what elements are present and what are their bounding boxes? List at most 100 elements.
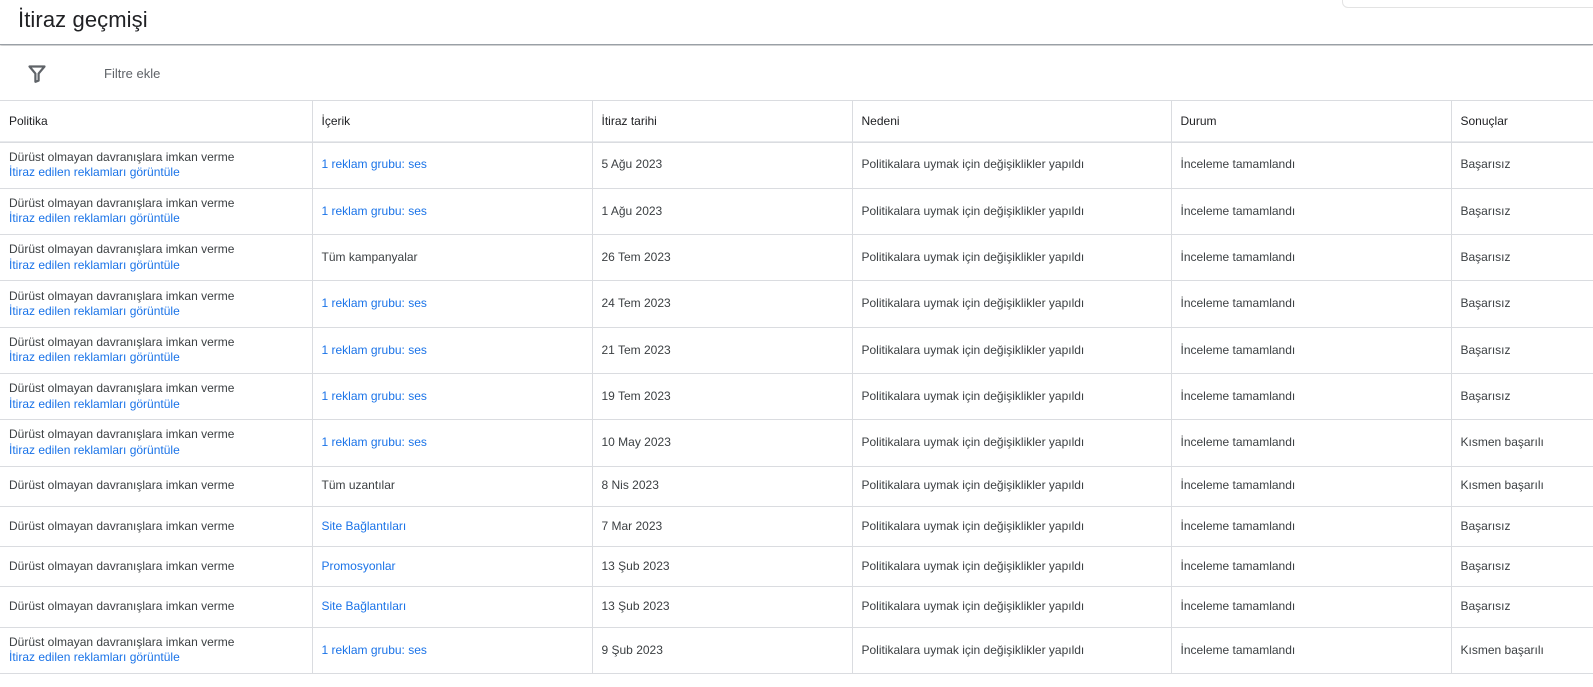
view-appealed-ads-link[interactable]: İtiraz edilen reklamları görüntüle [9,165,302,181]
policy-cell: Dürüst olmayan davranışlara imkan verme İ… [0,327,313,374]
content-link[interactable]: 1 reklam grubu: ses [322,435,427,449]
reason-cell: Politikalara uymak için değişiklikler ya… [852,627,1172,675]
status-cell: İnceleme tamamlandı [1171,506,1452,548]
table-row: Dürüst olmayan davranışlara imkan verme S… [0,506,1593,548]
reason-cell: Politikalara uymak için değişiklikler ya… [852,506,1172,548]
appeal-date-cell: 9 Şub 2023 [592,627,853,675]
content-cell: 1 reklam grubu: ses [312,373,593,421]
content-link[interactable]: Promosyonlar [322,559,396,573]
content-cell: 1 reklam grubu: ses [312,188,593,236]
result-cell: Başarısız [1451,373,1593,421]
search-box[interactable] [1342,0,1593,8]
content-cell: Site Bağlantıları [312,506,593,548]
content-cell: 1 reklam grubu: ses [312,327,593,374]
policy-text: Dürüst olmayan davranışlara imkan verme [9,195,235,210]
table-row: Dürüst olmayan davranışlara imkan verme İ… [0,327,1593,374]
status-cell: İnceleme tamamlandı [1171,419,1452,467]
result-cell: Başarısız [1451,327,1593,374]
content-link[interactable]: Site Bağlantıları [322,599,407,613]
appeal-date-cell: 1 Ağu 2023 [592,188,853,236]
page-header: İtiraz geçmişi [0,0,1593,45]
table-row: Dürüst olmayan davranışlara imkan verme İ… [0,280,1593,328]
policy-cell: Dürüst olmayan davranışlara imkan verme [0,466,313,507]
view-appealed-ads-link[interactable]: İtiraz edilen reklamları görüntüle [9,397,302,413]
content-link[interactable]: 1 reklam grubu: ses [322,296,427,310]
table-row: Dürüst olmayan davranışlara imkan verme P… [0,546,1593,588]
status-cell: İnceleme tamamlandı [1171,373,1452,421]
result-cell: Kısmen başarılı [1451,419,1593,467]
add-filter-button[interactable]: Filtre ekle [104,66,160,81]
appeal-date-cell: 26 Tem 2023 [592,234,853,282]
policy-text: Dürüst olmayan davranışlara imkan verme [9,334,235,349]
result-cell: Başarısız [1451,506,1593,548]
table-row: Dürüst olmayan davranışlara imkan verme İ… [0,373,1593,421]
view-appealed-ads-link[interactable]: İtiraz edilen reklamları görüntüle [9,443,302,459]
result-cell: Başarısız [1451,188,1593,236]
appeal-date-cell: 10 May 2023 [592,419,853,467]
policy-text: Dürüst olmayan davranışlara imkan verme [9,559,235,574]
appeal-date-cell: 21 Tem 2023 [592,327,853,374]
policy-text: Dürüst olmayan davranışlara imkan verme [9,427,235,442]
policy-cell: Dürüst olmayan davranışlara imkan verme İ… [0,627,313,675]
reason-cell: Politikalara uymak için değişiklikler ya… [852,546,1172,588]
view-appealed-ads-link[interactable]: İtiraz edilen reklamları görüntüle [9,304,302,320]
content-cell: Tüm kampanyalar [312,234,593,282]
policy-cell: Dürüst olmayan davranışlara imkan verme İ… [0,280,313,328]
reason-cell: Politikalara uymak için değişiklikler ya… [852,327,1172,374]
view-appealed-ads-link[interactable]: İtiraz edilen reklamları görüntüle [9,258,302,274]
status-cell: İnceleme tamamlandı [1171,327,1452,374]
content-link[interactable]: Site Bağlantıları [322,519,407,533]
reason-cell: Politikalara uymak için değişiklikler ya… [852,142,1172,189]
result-cell: Başarısız [1451,546,1593,588]
result-cell: Başarısız [1451,142,1593,189]
status-cell: İnceleme tamamlandı [1171,546,1452,588]
result-cell: Kısmen başarılı [1451,466,1593,507]
appeal-date-cell: 5 Ağu 2023 [592,142,853,189]
appeal-date-cell: 24 Tem 2023 [592,280,853,328]
reason-cell: Politikalara uymak için değişiklikler ya… [852,419,1172,467]
policy-text: Dürüst olmayan davranışlara imkan verme [9,149,235,164]
filter-icon[interactable] [25,62,49,86]
policy-text: Dürüst olmayan davranışlara imkan verme [9,518,235,533]
content-link[interactable]: 1 reklam grubu: ses [322,157,427,171]
column-header-content[interactable]: İçerik [312,101,593,143]
view-appealed-ads-link[interactable]: İtiraz edilen reklamları görüntüle [9,350,302,366]
table-row: Dürüst olmayan davranışlara imkan verme İ… [0,627,1593,675]
content-link[interactable]: 1 reklam grubu: ses [322,343,427,357]
result-cell: Kısmen başarılı [1451,627,1593,675]
policy-cell: Dürüst olmayan davranışlara imkan verme [0,546,313,588]
reason-cell: Politikalara uymak için değişiklikler ya… [852,586,1172,628]
page-title: İtiraz geçmişi [18,7,148,32]
view-appealed-ads-link[interactable]: İtiraz edilen reklamları görüntüle [9,650,302,666]
table-row: Dürüst olmayan davranışlara imkan verme T… [0,466,1593,507]
content-cell: Tüm uzantılar [312,466,593,507]
column-header-results[interactable]: Sonuçlar [1451,101,1593,143]
status-cell: İnceleme tamamlandı [1171,627,1452,675]
content-link[interactable]: 1 reklam grubu: ses [322,204,427,218]
result-cell: Başarısız [1451,280,1593,328]
view-appealed-ads-link[interactable]: İtiraz edilen reklamları görüntüle [9,211,302,227]
column-header-reason[interactable]: Nedeni [852,101,1172,143]
column-header-policy[interactable]: Politika [0,101,313,143]
table-row: Dürüst olmayan davranışlara imkan verme İ… [0,188,1593,236]
reason-cell: Politikalara uymak için değişiklikler ya… [852,188,1172,236]
content-cell: 1 reklam grubu: ses [312,280,593,328]
table-row: Dürüst olmayan davranışlara imkan verme İ… [0,234,1593,282]
policy-text: Dürüst olmayan davranışlara imkan verme [9,599,235,614]
appeal-date-cell: 13 Şub 2023 [592,586,853,628]
content-text: Tüm uzantılar [321,478,395,493]
appeal-date-cell: 7 Mar 2023 [592,506,853,548]
content-text: Tüm kampanyalar [321,249,418,264]
content-link[interactable]: 1 reklam grubu: ses [322,643,427,657]
appeal-history-table: Politika İçerik İtiraz tarihi Nedeni Dur… [0,101,1593,675]
reason-cell: Politikalara uymak için değişiklikler ya… [852,234,1172,282]
status-cell: İnceleme tamamlandı [1171,280,1452,328]
policy-text: Dürüst olmayan davranışlara imkan verme [9,634,235,649]
policy-cell: Dürüst olmayan davranışlara imkan verme İ… [0,419,313,467]
appeal-date-cell: 13 Şub 2023 [592,546,853,588]
content-link[interactable]: 1 reklam grubu: ses [322,389,427,403]
column-header-status[interactable]: Durum [1171,101,1452,143]
table-row: Dürüst olmayan davranışlara imkan verme S… [0,586,1593,628]
column-header-appeal-date[interactable]: İtiraz tarihi [592,101,853,143]
content-cell: Promosyonlar [312,546,593,588]
